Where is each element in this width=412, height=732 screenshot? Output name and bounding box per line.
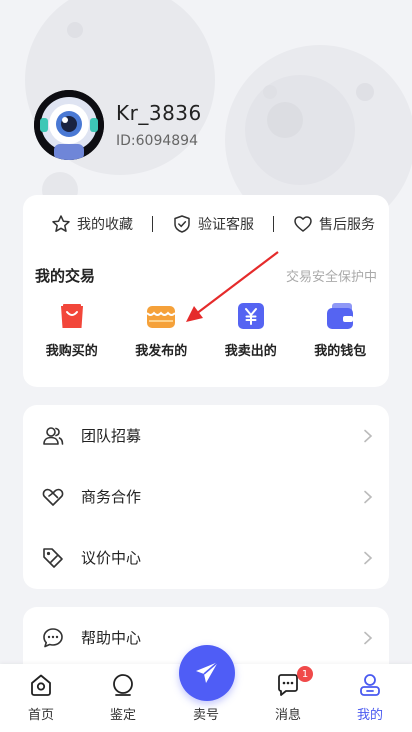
bargain-center-label: 议价中心 <box>81 549 142 567</box>
yuan-icon <box>237 303 264 329</box>
tab-sell-label: 卖号 <box>192 708 219 723</box>
team-recruit-label: 团队招募 <box>81 427 142 445</box>
published-button[interactable]: 我发布的 <box>118 300 204 359</box>
wallet-label: 我的钱包 <box>314 344 367 359</box>
sell-fab-button[interactable] <box>179 645 235 701</box>
user-id: ID:6094894 <box>116 133 198 149</box>
appraise-icon <box>113 674 133 696</box>
username: Kr_3836 <box>116 101 202 125</box>
home-icon <box>31 674 51 696</box>
trade-subtitle: 交易安全保护中 <box>285 270 377 285</box>
verify-support-link[interactable]: 验证客服 <box>172 214 254 234</box>
tab-messages[interactable]: 1 消息 <box>247 664 329 732</box>
trade-items: 我购买的 我发布的 我卖出的 我的钱包 <box>23 300 389 359</box>
tab-home[interactable]: 首页 <box>0 664 82 732</box>
sold-button[interactable]: 我卖出的 <box>208 300 294 359</box>
star-icon <box>52 215 70 232</box>
tab-mine-label: 我的 <box>356 708 383 723</box>
user-profile[interactable]: Kr_3836 ID:6094894 <box>34 90 202 160</box>
chevron-right-icon <box>364 429 373 442</box>
shield-check-icon <box>174 215 190 233</box>
wallet-button[interactable]: 我的钱包 <box>297 300 383 359</box>
chevron-right-icon <box>364 631 373 644</box>
unread-badge: 1 <box>297 666 313 682</box>
send-icon <box>196 661 219 683</box>
published-label: 我发布的 <box>135 344 188 359</box>
favorites-link[interactable]: 我的收藏 <box>51 214 133 234</box>
quick-links-row: 我的收藏 验证客服 售后服务 <box>23 195 389 253</box>
divider <box>152 216 153 232</box>
store-icon <box>146 306 177 328</box>
tab-home-label: 首页 <box>27 708 54 723</box>
tab-messages-label: 消息 <box>274 708 301 723</box>
sold-label: 我卖出的 <box>224 344 277 359</box>
team-icon <box>43 426 64 445</box>
chevron-right-icon <box>364 490 373 503</box>
user-icon <box>360 674 380 696</box>
divider <box>273 216 274 232</box>
avatar[interactable] <box>34 90 104 160</box>
purchased-label: 我购买的 <box>45 344 98 359</box>
favorites-label: 我的收藏 <box>77 217 133 233</box>
service-menu-card: 团队招募 商务合作 议价中心 <box>23 405 389 589</box>
trade-title: 我的交易 <box>35 267 96 285</box>
verify-support-label: 验证客服 <box>198 217 254 233</box>
tab-mine[interactable]: 我的 <box>329 664 411 732</box>
help-center-label: 帮助中心 <box>81 629 142 647</box>
business-cooperation-label: 商务合作 <box>81 488 142 506</box>
shopping-bag-icon <box>60 304 83 328</box>
menu-item-business-cooperation[interactable]: 商务合作 <box>23 466 389 527</box>
menu-item-bargain-center[interactable]: 议价中心 <box>23 527 389 588</box>
wallet-icon <box>327 303 354 329</box>
purchased-button[interactable]: 我购买的 <box>29 300 115 359</box>
price-tag-icon <box>43 547 63 568</box>
menu-item-team-recruit[interactable]: 团队招募 <box>23 405 389 466</box>
chevron-right-icon <box>364 551 373 564</box>
heart-icon <box>294 216 312 232</box>
trade-card: 我的收藏 验证客服 售后服务 我的交易 交易安全保护中 我购买的 我发布的 我卖… <box>23 195 389 387</box>
handshake-icon <box>42 488 64 506</box>
chat-help-icon <box>43 627 63 647</box>
after-sales-link[interactable]: 售后服务 <box>293 214 375 234</box>
after-sales-label: 售后服务 <box>319 217 375 233</box>
tab-appraise[interactable]: 鉴定 <box>82 664 164 732</box>
tab-appraise-label: 鉴定 <box>109 708 136 723</box>
avatar-eye-icon <box>34 90 104 160</box>
